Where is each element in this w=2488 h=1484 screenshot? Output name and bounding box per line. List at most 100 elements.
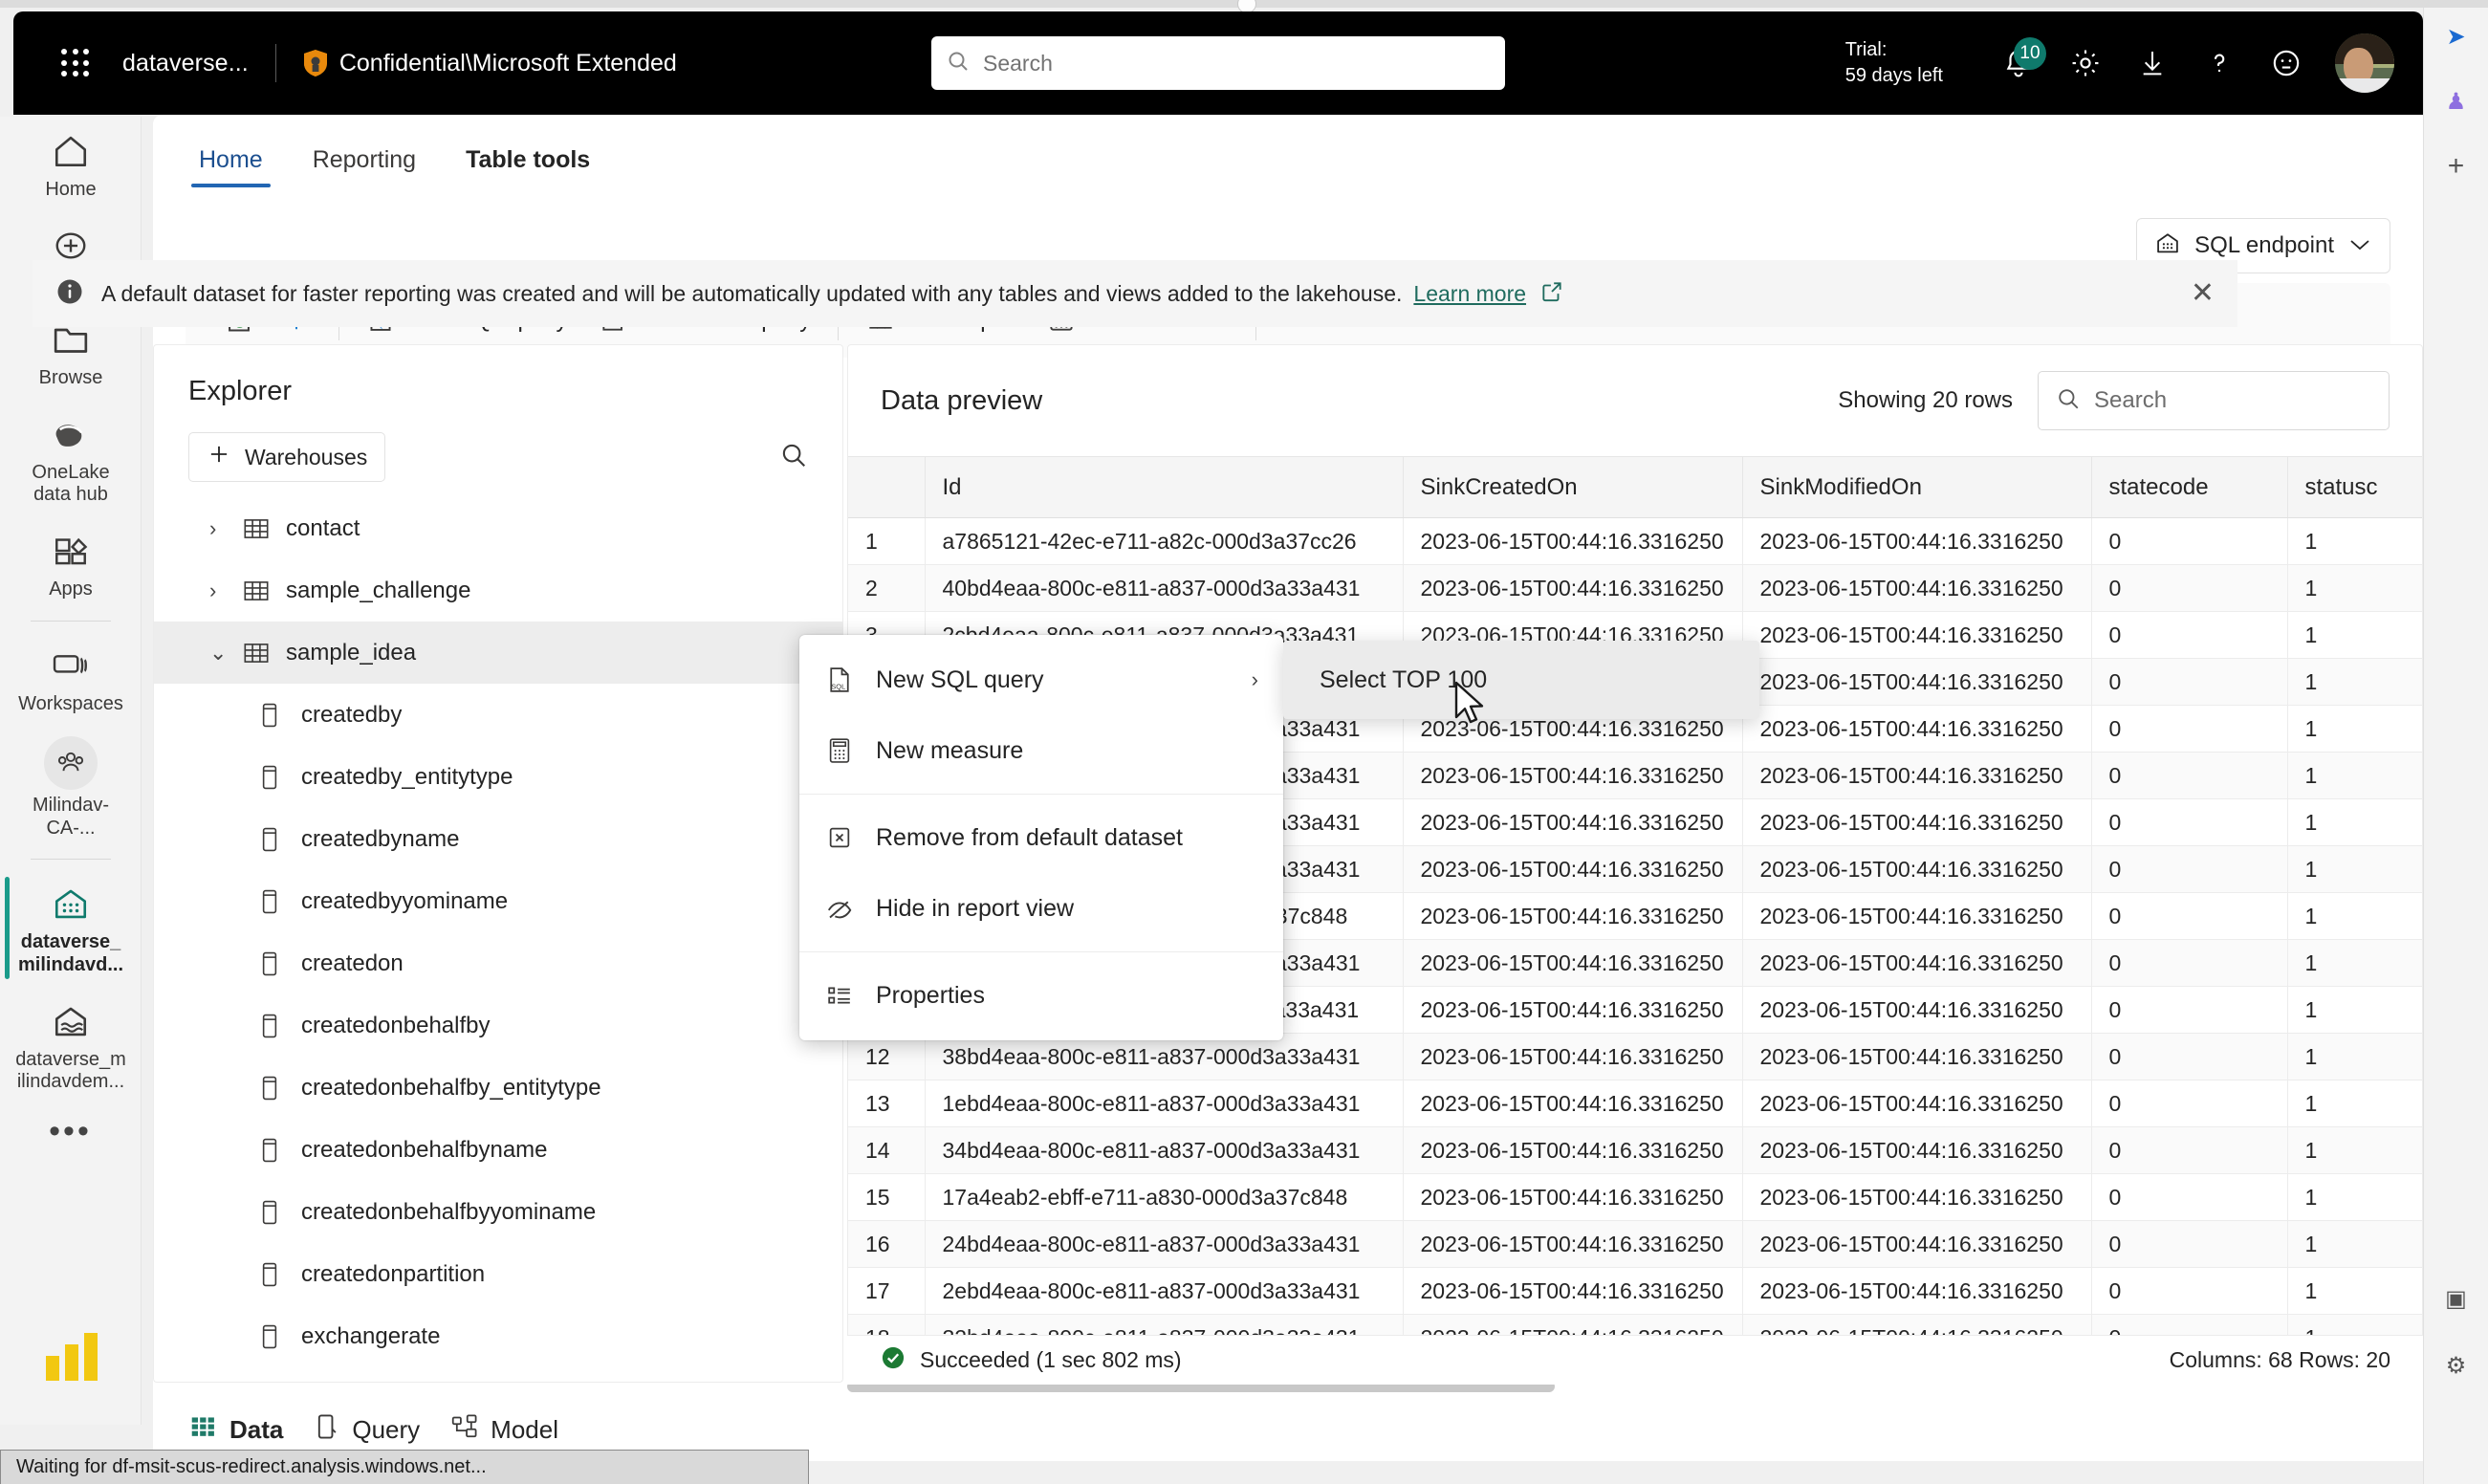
table-cell[interactable]: 0 <box>2091 658 2288 706</box>
col-header-id[interactable]: Id <box>925 456 1404 518</box>
table-cell[interactable]: a7865121-42ec-e711-a82c-000d3a37cc26 <box>925 517 1404 565</box>
table-cell[interactable]: 2023-06-15T00:44:16.3316250 <box>1742 564 2092 612</box>
table-cell[interactable]: 2023-06-15T00:44:16.3316250 <box>1742 658 2092 706</box>
tab-home[interactable]: Home <box>191 146 271 189</box>
table-cell[interactable]: 1 <box>2287 564 2422 612</box>
bell-icon[interactable]: 10 <box>1985 30 2052 97</box>
row-number-cell[interactable]: 13 <box>848 1080 926 1127</box>
table-cell[interactable]: 2023-06-15T00:44:16.3316250 <box>1742 1080 2092 1127</box>
collections-icon[interactable]: ♟ <box>2437 82 2476 120</box>
table-row[interactable]: 13 1ebd4eaa-800c-e811-a837-000d3a33a431 20… <box>848 1080 2422 1127</box>
tree-column-createdonbehalfbyyominame[interactable]: createdonbehalfbyyominame <box>154 1181 842 1243</box>
row-number-cell[interactable]: 2 <box>848 564 926 612</box>
tree-column-createdonbehalfby-entitytype[interactable]: createdonbehalfby_entitytype <box>154 1057 842 1119</box>
tree-column-createdon[interactable]: createdon <box>154 932 842 994</box>
table-cell[interactable]: 1 <box>2287 892 2422 940</box>
table-cell[interactable]: 2023-06-15T00:44:16.3316250 <box>1742 1173 2092 1221</box>
chevron-right-icon[interactable]: › <box>209 578 242 603</box>
table-cell[interactable]: 0 <box>2091 798 2288 846</box>
row-number-cell[interactable]: 1 <box>848 517 926 565</box>
chevron-down-icon[interactable]: ⌄ <box>209 641 242 666</box>
table-cell[interactable]: 2023-06-15T00:44:16.3316250 <box>1742 892 2092 940</box>
sidebar-item-apps[interactable]: Apps <box>0 516 142 611</box>
sidebar-item-dataverse-warehouse[interactable]: dataverse_ milindavd... <box>0 869 142 986</box>
table-cell[interactable]: 0 <box>2091 611 2288 659</box>
col-header-sinkmodifiedon[interactable]: SinkModifiedOn <box>1742 456 2092 518</box>
table-cell[interactable]: 1ebd4eaa-800c-e811-a837-000d3a33a431 <box>925 1080 1404 1127</box>
nav-more-icon[interactable]: ••• <box>0 1103 141 1160</box>
tree-item-sample-idea[interactable]: ⌄ sample_idea <box>154 622 842 684</box>
table-cell[interactable]: 1 <box>2287 611 2422 659</box>
table-cell[interactable]: 0 <box>2091 1080 2288 1127</box>
table-row[interactable]: 16 24bd4eaa-800c-e811-a837-000d3a33a431 20… <box>848 1220 2422 1268</box>
tree-column-createdbyyominame[interactable]: createdbyyominame <box>154 870 842 932</box>
table-cell[interactable]: 2023-06-15T00:44:16.3316250 <box>1403 1033 1743 1080</box>
table-cell[interactable]: 2023-06-15T00:44:16.3316250 <box>1403 1080 1743 1127</box>
table-cell[interactable]: 24bd4eaa-800c-e811-a837-000d3a33a431 <box>925 1220 1404 1268</box>
table-cell[interactable]: 17a4eab2-ebff-e711-a830-000d3a37c848 <box>925 1173 1404 1221</box>
table-cell[interactable]: 1 <box>2287 939 2422 987</box>
waffle-icon[interactable] <box>61 49 90 77</box>
tab-data[interactable]: Data <box>189 1413 283 1447</box>
tab-table-tools[interactable]: Table tools <box>458 146 598 189</box>
sidebar-item-workspaces[interactable]: Workspaces <box>0 631 142 726</box>
table-cell[interactable]: 2023-06-15T00:44:16.3316250 <box>1742 798 2092 846</box>
table-cell[interactable]: 40bd4eaa-800c-e811-a837-000d3a33a431 <box>925 564 1404 612</box>
global-search-input[interactable]: Search <box>931 36 1505 90</box>
table-cell[interactable]: 1 <box>2287 517 2422 565</box>
tree-column-exchangerate[interactable]: exchangerate <box>154 1305 842 1363</box>
tree-column-createdonbehalfbyname[interactable]: createdonbehalfbyname <box>154 1119 842 1181</box>
feedback-icon[interactable] <box>2253 30 2320 97</box>
col-header-statuscode[interactable]: statusc <box>2287 456 2422 518</box>
add-tool-icon[interactable]: + <box>2437 147 2476 186</box>
table-row[interactable]: 1 a7865121-42ec-e711-a82c-000d3a37cc26 202… <box>848 517 2422 565</box>
brand-name[interactable]: dataverse... <box>122 50 249 77</box>
table-cell[interactable]: 1 <box>2287 752 2422 799</box>
table-cell[interactable]: 1 <box>2287 986 2422 1034</box>
table-cell[interactable]: 2023-06-15T00:44:16.3316250 <box>1742 517 2092 565</box>
col-header-statecode[interactable]: statecode <box>2091 456 2288 518</box>
table-cell[interactable]: 2023-06-15T00:44:16.3316250 <box>1742 611 2092 659</box>
table-cell[interactable]: 2023-06-15T00:44:16.3316250 <box>1403 1126 1743 1174</box>
table-row[interactable]: 15 17a4eab2-ebff-e711-a830-000d3a37c848 20… <box>848 1173 2422 1221</box>
tree-column-createdonpartition[interactable]: createdonpartition <box>154 1243 842 1305</box>
table-row[interactable]: 2 40bd4eaa-800c-e811-a837-000d3a33a431 202… <box>848 564 2422 612</box>
split-screen-icon[interactable]: ▣ <box>2437 1279 2476 1318</box>
table-cell[interactable]: 1 <box>2287 1220 2422 1268</box>
table-cell[interactable]: 2023-06-15T00:44:16.3316250 <box>1403 798 1743 846</box>
tree-item-sample-challenge[interactable]: › sample_challenge <box>154 559 842 622</box>
avatar[interactable] <box>2335 33 2394 93</box>
table-cell[interactable]: 2023-06-15T00:44:16.3316250 <box>1403 752 1743 799</box>
preview-search-input[interactable]: Search <box>2038 371 2390 430</box>
table-cell[interactable]: 0 <box>2091 939 2288 987</box>
table-cell[interactable]: 2023-06-15T00:44:16.3316250 <box>1742 845 2092 893</box>
table-cell[interactable]: 2023-06-15T00:44:16.3316250 <box>1403 517 1743 565</box>
tree-column-createdbyname[interactable]: createdbyname <box>154 808 842 870</box>
row-number-cell[interactable]: 15 <box>848 1173 926 1221</box>
explorer-search-icon[interactable] <box>779 441 808 474</box>
table-cell[interactable]: 2ebd4eaa-800c-e811-a837-000d3a33a431 <box>925 1267 1404 1315</box>
table-cell[interactable]: 1 <box>2287 1033 2422 1080</box>
table-cell[interactable]: 2023-06-15T00:44:16.3316250 <box>1403 986 1743 1034</box>
table-cell[interactable]: 0 <box>2091 564 2288 612</box>
table-cell[interactable]: 0 <box>2091 845 2288 893</box>
tab-query[interactable]: Query <box>314 1412 420 1448</box>
table-cell[interactable]: 2023-06-15T00:44:16.3316250 <box>1403 939 1743 987</box>
table-cell[interactable]: 2023-06-15T00:44:16.3316250 <box>1742 986 2092 1034</box>
table-cell[interactable]: 2023-06-15T00:44:16.3316250 <box>1403 1220 1743 1268</box>
table-cell[interactable]: 0 <box>2091 1220 2288 1268</box>
table-cell[interactable]: 0 <box>2091 752 2288 799</box>
context-menu-item-properties[interactable]: Properties <box>799 960 1283 1031</box>
table-cell[interactable]: 1 <box>2287 1080 2422 1127</box>
chevron-right-icon[interactable]: › <box>209 516 242 541</box>
context-menu-item-remove-from-default-dataset[interactable]: Remove from default dataset <box>799 802 1283 873</box>
table-cell[interactable]: 0 <box>2091 517 2288 565</box>
context-menu-item-new-measure[interactable]: New measure <box>799 715 1283 786</box>
table-cell[interactable]: 2023-06-15T00:44:16.3316250 <box>1742 1267 2092 1315</box>
table-cell[interactable]: 1 <box>2287 658 2422 706</box>
table-cell[interactable]: 0 <box>2091 892 2288 940</box>
table-cell[interactable]: 1 <box>2287 1173 2422 1221</box>
settings-rail-icon[interactable]: ⚙ <box>2437 1346 2476 1385</box>
col-header-rownum[interactable] <box>848 456 926 518</box>
table-cell[interactable]: 34bd4eaa-800c-e811-a837-000d3a33a431 <box>925 1126 1404 1174</box>
